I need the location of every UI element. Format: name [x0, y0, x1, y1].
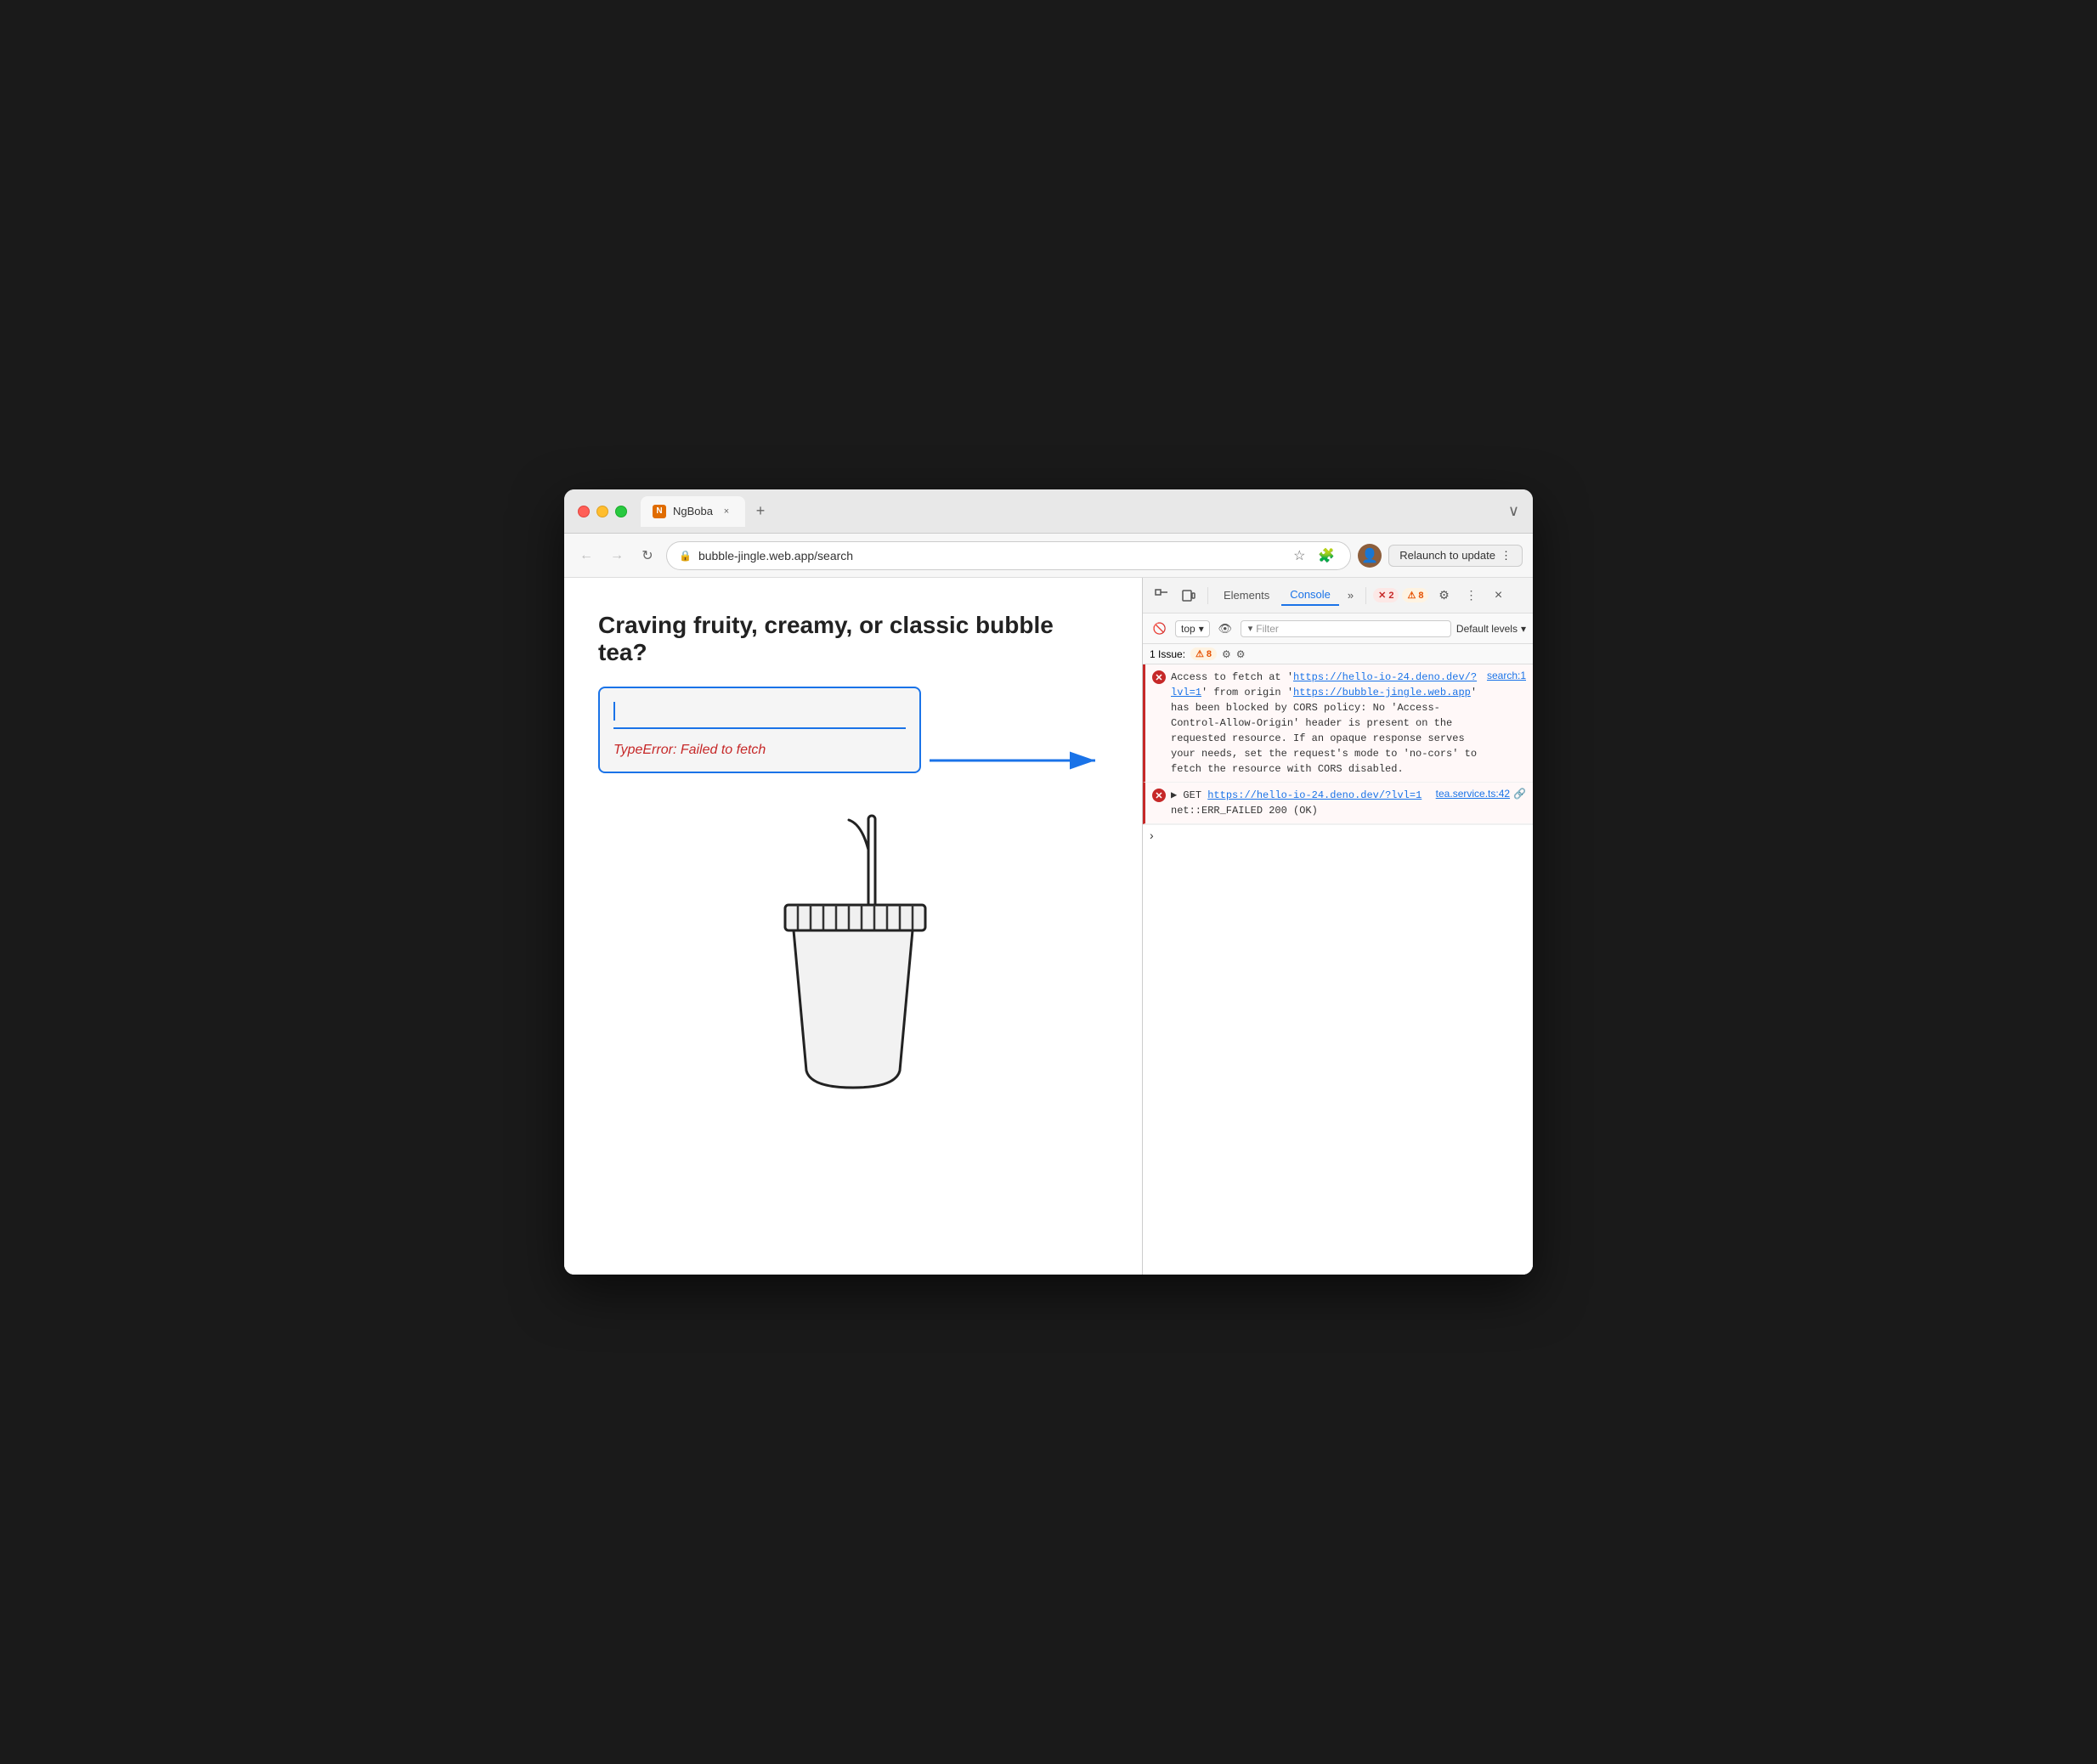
devtools-settings-button[interactable]: ⚙: [1432, 584, 1455, 608]
console-log: ✕ Access to fetch at 'https://hello-io-2…: [1143, 664, 1533, 1275]
device-toolbar-button[interactable]: [1177, 584, 1201, 608]
minimize-button[interactable]: [596, 506, 608, 517]
more-tabs-button[interactable]: »: [1342, 585, 1359, 605]
get-url-link[interactable]: https://hello-io-24.deno.dev/?lvl=1: [1207, 789, 1422, 801]
security-icon: 🔒: [679, 550, 692, 562]
inspect-element-button[interactable]: [1150, 584, 1173, 608]
elements-tab[interactable]: Elements: [1215, 585, 1278, 605]
tab-close-button[interactable]: ×: [720, 505, 733, 518]
search-cursor: [613, 702, 615, 721]
address-field[interactable]: 🔒 bubble-jingle.web.app/search ☆ 🧩: [666, 541, 1351, 570]
toolbar-separator: [1207, 587, 1208, 604]
toolbar-separator-2: [1365, 587, 1366, 604]
window-chevron[interactable]: ∨: [1508, 502, 1519, 520]
context-chevron-icon: ▾: [1199, 623, 1204, 635]
page-content: Craving fruity, creamy, or classic bubbl…: [564, 578, 1142, 1275]
relaunch-button[interactable]: Relaunch to update ⋮: [1388, 545, 1523, 567]
filter-icon: ▾: [1248, 623, 1253, 634]
network-link-icon[interactable]: 🔗: [1513, 788, 1526, 800]
console-toolbar: 🚫 top ▾ 👁 ▾ Filter Default levels ▾: [1143, 613, 1533, 644]
default-levels-label: Default levels: [1456, 623, 1518, 635]
page-heading: Craving fruity, creamy, or classic bubbl…: [598, 612, 1108, 666]
context-label: top: [1181, 623, 1195, 635]
address-bar: ← → ↻ 🔒 bubble-jingle.web.app/search ☆ 🧩…: [564, 534, 1533, 578]
error-message: TypeError: Failed to fetch: [613, 743, 906, 758]
eye-button[interactable]: 👁: [1215, 619, 1235, 639]
browser-window: N NgBoba × + ∨ ← → ↻ 🔒 bubble-jingle.web…: [564, 489, 1533, 1275]
context-selector[interactable]: top ▾: [1175, 620, 1210, 637]
error-icon-2: ✕: [1152, 789, 1166, 802]
issues-badge[interactable]: ⚠ 8: [1190, 647, 1217, 660]
filter-input[interactable]: ▾ Filter: [1241, 620, 1451, 637]
default-levels-chevron-icon: ▾: [1521, 623, 1526, 635]
refresh-button[interactable]: ↻: [636, 544, 659, 568]
content-area: Craving fruity, creamy, or classic bubbl…: [564, 578, 1533, 1275]
arrow-annotation: [921, 727, 1108, 794]
issues-settings-icon[interactable]: ⚙: [1222, 648, 1231, 660]
bookmark-button[interactable]: ☆: [1287, 544, 1311, 568]
url-text: bubble-jingle.web.app/search: [698, 549, 853, 563]
warning-icon-small: ⚠: [1407, 590, 1416, 601]
user-avatar[interactable]: 👤: [1358, 544, 1382, 568]
get-error-text: ▶ GET https://hello-io-24.deno.dev/?lvl=…: [1171, 788, 1431, 818]
cors-error-text: Access to fetch at 'https://hello-io-24.…: [1171, 670, 1482, 777]
title-bar: N NgBoba × + ∨: [564, 489, 1533, 534]
bubble-tea-cup: [598, 807, 1108, 1105]
tab-area: N NgBoba × +: [641, 496, 772, 527]
cors-error-source[interactable]: search:1: [1487, 670, 1526, 681]
extensions-button[interactable]: 🧩: [1314, 544, 1338, 568]
close-button[interactable]: [578, 506, 590, 517]
devtools-more-button[interactable]: ⋮: [1459, 584, 1483, 608]
relaunch-more-icon: ⋮: [1501, 549, 1512, 563]
error-icon-1: ✕: [1152, 670, 1166, 684]
devtools-toolbar: Elements Console » ✕ 2 ⚠ 8 ⚙ ⋮ ×: [1143, 578, 1533, 613]
prompt-chevron-icon: ›: [1150, 828, 1154, 842]
issues-label: 1 Issue:: [1150, 648, 1185, 660]
issues-gear-icon[interactable]: ⚙: [1236, 648, 1246, 660]
issues-bar: 1 Issue: ⚠ 8 ⚙ ⚙: [1143, 644, 1533, 664]
search-box: TypeError: Failed to fetch: [598, 687, 921, 773]
browser-tab[interactable]: N NgBoba ×: [641, 496, 745, 527]
clear-console-button[interactable]: 🚫: [1150, 619, 1170, 639]
tab-title: NgBoba: [673, 505, 713, 517]
console-prompt: ›: [1143, 824, 1533, 845]
new-tab-button[interactable]: +: [749, 500, 772, 523]
errors-badge: ✕ 2: [1373, 588, 1399, 602]
console-tab[interactable]: Console: [1281, 585, 1339, 606]
filter-placeholder: Filter: [1256, 623, 1279, 635]
devtools-panel: Elements Console » ✕ 2 ⚠ 8 ⚙ ⋮ × 🚫: [1142, 578, 1533, 1275]
error-icon-small: ✕: [1378, 590, 1386, 601]
back-button[interactable]: ←: [574, 544, 598, 568]
log-entry-cors-error: ✕ Access to fetch at 'https://hello-io-2…: [1143, 664, 1533, 783]
warning-icon: ⚠: [1195, 648, 1204, 659]
address-actions: ☆ 🧩: [1287, 544, 1338, 568]
search-input-area: [613, 702, 906, 729]
traffic-lights: [578, 506, 627, 517]
tab-favicon: N: [653, 505, 666, 518]
origin-url-link[interactable]: https://bubble-jingle.web.app: [1293, 687, 1471, 698]
devtools-close-button[interactable]: ×: [1486, 584, 1510, 608]
default-levels-selector[interactable]: Default levels ▾: [1456, 623, 1526, 635]
maximize-button[interactable]: [615, 506, 627, 517]
forward-button[interactable]: →: [605, 544, 629, 568]
log-entry-get-error: ✕ ▶ GET https://hello-io-24.deno.dev/?lv…: [1143, 783, 1533, 824]
get-error-source[interactable]: tea.service.ts:42: [1436, 788, 1510, 800]
warnings-badge: ⚠ 8: [1402, 588, 1428, 602]
